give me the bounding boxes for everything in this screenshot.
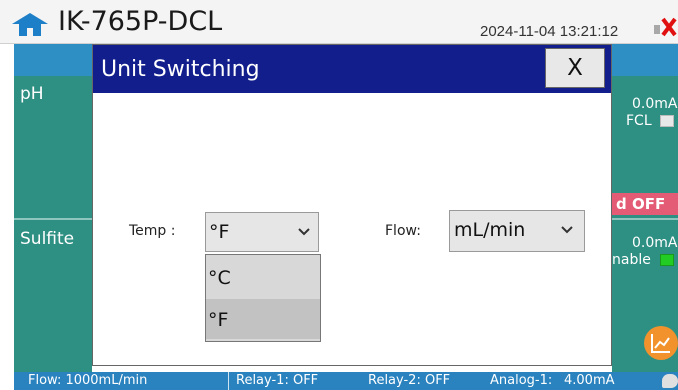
status-flow: Flow: 1000mL/min <box>28 373 148 388</box>
temp-select-value: °F <box>209 221 230 243</box>
sensor-panel-left <box>14 76 92 372</box>
home-icon[interactable] <box>10 12 50 36</box>
panel-divider <box>14 218 92 220</box>
dialog-header: Unit Switching X <box>93 45 611 93</box>
dialog-title: Unit Switching <box>101 57 260 82</box>
status-analog-1-value: 4.00mA <box>564 373 615 388</box>
sulfite-toggle[interactable] <box>660 254 674 266</box>
status-bar: Flow: 1000mL/min Relay-1: OFF Relay-2: O… <box>14 372 678 390</box>
status-relay-1: Relay-1: OFF <box>236 373 319 388</box>
alarm-x-icon[interactable] <box>654 16 678 40</box>
status-analog-1-label: Analog-1: <box>490 373 553 388</box>
sensor-label-sulfite[interactable]: Sulfite <box>20 229 74 249</box>
flow-select-value: mL/min <box>454 219 526 241</box>
flow-label: Flow: <box>385 223 421 239</box>
temp-option-celsius-label: °C <box>208 267 231 289</box>
status-divider <box>228 372 229 390</box>
sulfite-toggle-label: nable <box>612 252 651 268</box>
status-relay-2: Relay-2: OFF <box>368 373 451 388</box>
chevron-down-icon <box>561 226 573 234</box>
line-chart-icon-glyph <box>651 334 670 353</box>
temp-dropdown-list: °C °F <box>205 254 321 342</box>
off-status-bar: d OFF <box>612 193 678 215</box>
ph-toggle-label: FCL <box>626 113 652 129</box>
unit-switching-dialog: Unit Switching X Temp : °F Flow: mL/min … <box>92 44 612 366</box>
line-chart-icon[interactable] <box>644 326 678 360</box>
chat-bubble-icon[interactable] <box>662 374 678 388</box>
ph-current-value: 0.0mA <box>632 96 678 112</box>
sulfite-current-value: 0.0mA <box>632 235 678 251</box>
top-bar: IK-765P-DCL 2024-11-04 13:21:12 <box>0 0 678 44</box>
panel-divider <box>612 218 678 220</box>
close-button[interactable]: X <box>545 48 605 88</box>
ph-toggle[interactable] <box>660 115 674 127</box>
sensor-label-ph[interactable]: pH <box>20 84 44 104</box>
temp-select[interactable]: °F <box>205 212 319 252</box>
temp-option-celsius[interactable]: °C <box>206 257 320 297</box>
temp-option-fahrenheit[interactable]: °F <box>206 299 320 339</box>
datetime: 2024-11-04 13:21:12 <box>480 23 619 40</box>
app-title: IK-765P-DCL <box>58 6 223 37</box>
flow-select[interactable]: mL/min <box>449 210 585 252</box>
temp-label: Temp : <box>129 223 176 239</box>
temp-option-fahrenheit-label: °F <box>208 309 229 331</box>
chevron-down-icon <box>298 228 310 236</box>
